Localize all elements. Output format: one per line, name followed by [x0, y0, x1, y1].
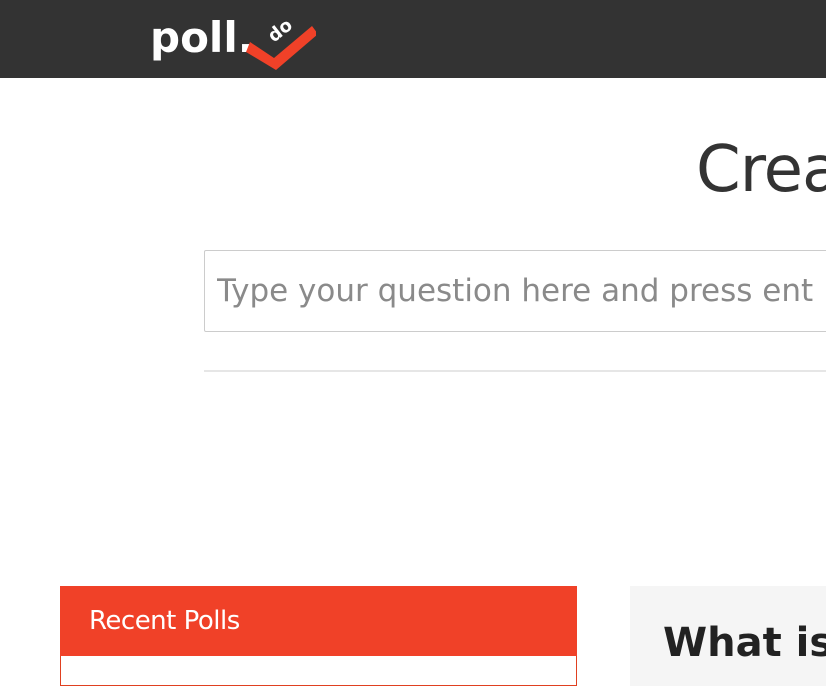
checkmark-badge-icon: do [246, 15, 316, 70]
page-title: Crea [696, 133, 826, 207]
what-is-panel: What is [630, 586, 826, 686]
divider [204, 370, 826, 372]
logo-badge-text: do [264, 15, 297, 47]
question-input[interactable] [204, 250, 826, 332]
top-navigation-bar: poll. do [0, 0, 826, 78]
recent-polls-title: Recent Polls [89, 606, 240, 636]
what-is-heading: What is [663, 620, 826, 666]
logo-text: poll. [150, 13, 254, 62]
poll-do-logo[interactable]: poll. do [150, 8, 320, 70]
recent-polls-header: Recent Polls [60, 586, 577, 656]
